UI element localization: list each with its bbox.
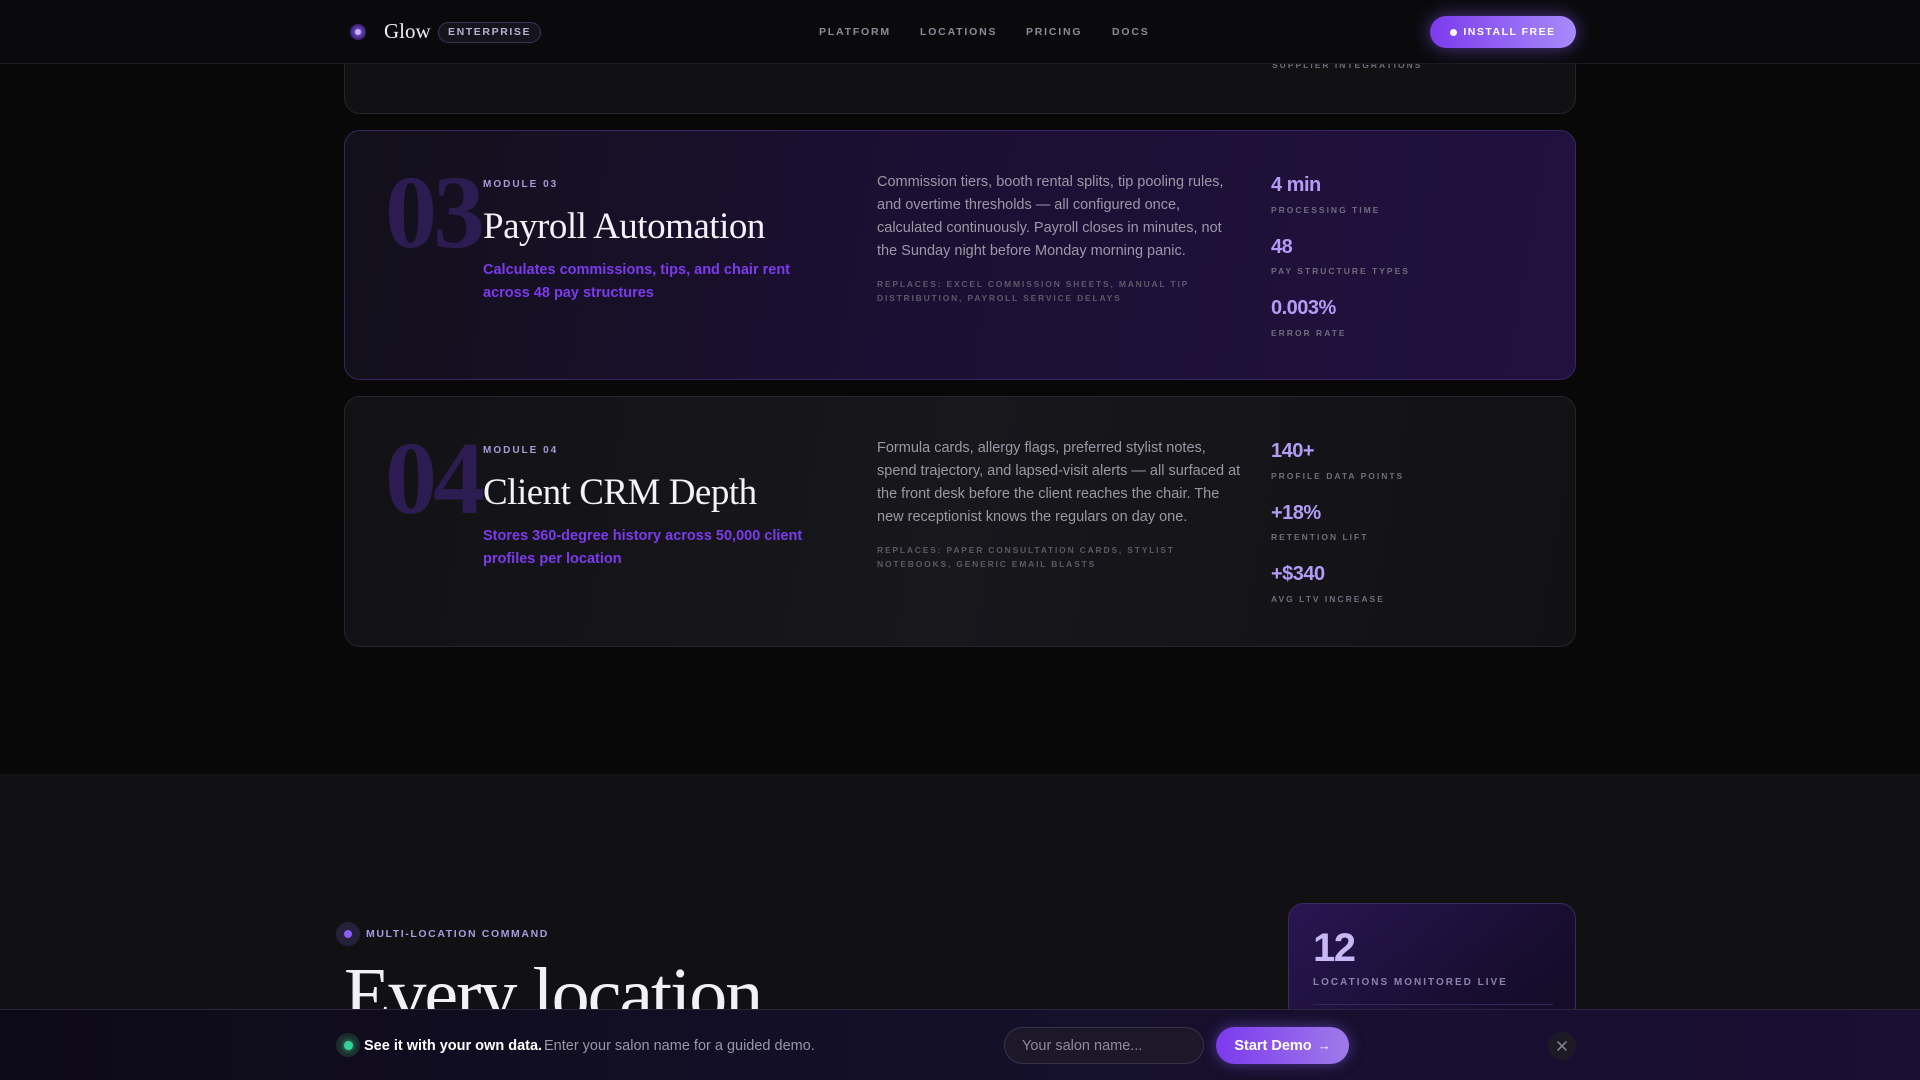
module-label: MODULE 04 bbox=[483, 445, 559, 456]
stat-value: 0.003% bbox=[1271, 297, 1336, 319]
module-card-payroll: 03 MODULE 03 Payroll Automation Calculat… bbox=[344, 130, 1576, 380]
arrow-right-icon: → bbox=[1317, 1038, 1331, 1053]
demo-bar-hint: Enter your salon name for a guided demo. bbox=[544, 1038, 815, 1054]
module-label: MODULE 03 bbox=[483, 179, 559, 190]
enterprise-badge: ENTERPRISE bbox=[438, 22, 542, 43]
nav-docs[interactable]: DOCS bbox=[1112, 26, 1150, 38]
module-title: Payroll Automation bbox=[483, 206, 765, 247]
module-subtitle: Calculates commissions, tips, and chair … bbox=[483, 262, 791, 301]
multi-location-eyebrow: MULTI-LOCATION COMMAND bbox=[336, 922, 549, 946]
stat-label: PROCESSING TIME bbox=[1271, 205, 1381, 215]
start-demo-button[interactable]: Start Demo → bbox=[1216, 1027, 1349, 1064]
start-demo-label: Start Demo bbox=[1234, 1037, 1312, 1054]
demo-bar-headline: See it with your own data. bbox=[364, 1038, 543, 1054]
stat-label: PAY STRUCTURE TYPES bbox=[1271, 266, 1410, 276]
module-replaces: REPLACES: EXCEL COMMISSION SHEETS, MANUA… bbox=[877, 279, 1189, 303]
eyebrow-label: MULTI-LOCATION COMMAND bbox=[366, 928, 549, 940]
divider bbox=[1313, 1004, 1553, 1005]
stat-label: AVG LTV INCREASE bbox=[1271, 594, 1385, 604]
module-replaces: REPLACES: PAPER CONSULTATION CARDS, STYL… bbox=[877, 545, 1175, 569]
install-free-label: INSTALL FREE bbox=[1463, 26, 1556, 38]
stat-value: 140+ bbox=[1271, 440, 1315, 462]
stat-label: ERROR RATE bbox=[1271, 328, 1347, 338]
dot-icon bbox=[336, 922, 360, 946]
salon-name-input[interactable] bbox=[1004, 1027, 1204, 1064]
module-number: 04 bbox=[385, 421, 485, 536]
module-card-crm: 04 MODULE 04 Client CRM Depth Stores 360… bbox=[344, 396, 1576, 647]
module-number: 03 bbox=[385, 155, 485, 270]
top-nav-bar: Glow ENTERPRISE PLATFORM LOCATIONS PRICI… bbox=[0, 0, 1920, 64]
close-icon[interactable] bbox=[1548, 1032, 1576, 1060]
dot-icon bbox=[1450, 28, 1458, 36]
demo-bar: See it with your own data. Enter your sa… bbox=[0, 1009, 1920, 1080]
locations-label: LOCATIONS MONITORED LIVE bbox=[1313, 977, 1508, 988]
module-description: Commission tiers, booth rental splits, t… bbox=[877, 174, 1224, 259]
stat-value: +$340 bbox=[1271, 563, 1325, 585]
stat-label: PROFILE DATA POINTS bbox=[1271, 471, 1405, 481]
stat-label: RETENTION LIFT bbox=[1271, 532, 1369, 542]
nav-pricing[interactable]: PRICING bbox=[1026, 26, 1082, 38]
nav-platform[interactable]: PLATFORM bbox=[819, 26, 891, 38]
stat-value: +18% bbox=[1271, 502, 1321, 524]
stat-value: 48 bbox=[1271, 236, 1293, 258]
nav-locations[interactable]: LOCATIONS bbox=[920, 26, 997, 38]
install-free-button[interactable]: INSTALL FREE bbox=[1430, 16, 1576, 48]
module-subtitle: Stores 360-degree history across 50,000 … bbox=[483, 528, 803, 567]
module-title: Client CRM Depth bbox=[483, 472, 757, 513]
logo-text[interactable]: Glow bbox=[384, 19, 431, 44]
stat-value: 4 min bbox=[1271, 174, 1321, 196]
module-description: Formula cards, allergy flags, preferred … bbox=[877, 440, 1241, 525]
glow-logo-icon[interactable] bbox=[350, 24, 366, 40]
locations-count: 12 bbox=[1313, 926, 1356, 970]
live-dot-icon bbox=[336, 1033, 360, 1057]
